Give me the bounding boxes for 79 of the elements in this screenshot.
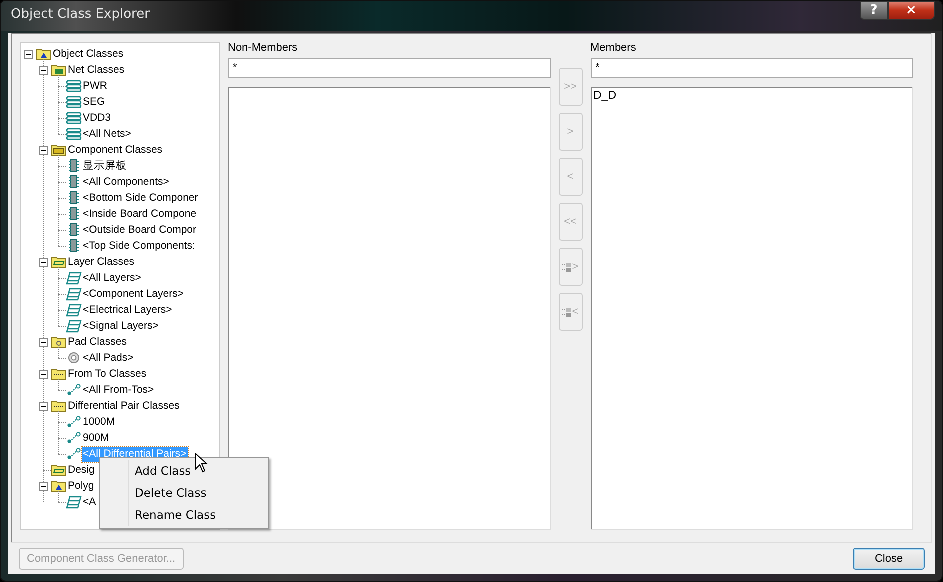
list-label: Members [590, 42, 638, 56]
tree-item[interactable]: Polyg [67, 478, 96, 494]
net-icon [66, 112, 82, 124]
tree-item[interactable]: 1000M [82, 414, 116, 430]
tree-item[interactable]: <A [82, 494, 98, 510]
tree-item[interactable]: 900M [82, 430, 110, 446]
folder-icon [51, 399, 67, 413]
folder-icon [36, 47, 52, 61]
tree-item[interactable]: <Component Layers> [82, 286, 185, 302]
mouse-pointer-icon [195, 453, 208, 473]
tree-item[interactable]: <Outside Board Compor [82, 222, 198, 238]
list-icon [562, 308, 572, 316]
collapse-toggle[interactable] [39, 402, 48, 410]
folder-icon [51, 335, 67, 349]
net-icon [66, 96, 82, 108]
tree-item[interactable]: <All From-Tos> [82, 382, 156, 398]
folder-icon [51, 255, 67, 269]
folder-icon [51, 63, 67, 77]
tree-item[interactable]: Layer Classes [67, 254, 136, 270]
filter-field[interactable]: * [590, 58, 913, 78]
folder-icon [51, 463, 67, 477]
tree-item[interactable]: Component Classes [67, 142, 164, 158]
net-icon [66, 128, 82, 140]
help-button[interactable]: ? [860, 1, 888, 20]
collapse-toggle[interactable] [24, 50, 33, 58]
folder-icon [51, 479, 67, 493]
tree-item[interactable]: Object Classes [52, 46, 125, 62]
pad-icon [68, 352, 80, 364]
connection-icon [67, 432, 81, 444]
tree-item[interactable]: SEG [82, 94, 106, 110]
menu-item[interactable]: Delete Class [128, 482, 266, 504]
tree-item[interactable]: <Electrical Layers> [82, 302, 174, 318]
filter-field[interactable]: * [228, 58, 550, 78]
tree-item[interactable]: <All Layers> [82, 270, 142, 286]
collapse-toggle[interactable] [39, 66, 48, 74]
layer-icon [66, 288, 82, 300]
tree-item[interactable]: <Bottom Side Componer [82, 190, 200, 206]
tree-item[interactable]: Desig [67, 462, 96, 478]
connection-icon [67, 448, 81, 460]
layer-icon [66, 304, 82, 316]
list-item[interactable]: D_D [594, 90, 910, 102]
tree-item[interactable]: <All Pads> [82, 350, 135, 366]
chip-icon [68, 175, 80, 189]
tree-item[interactable]: Pad Classes [67, 334, 128, 350]
chip-icon [68, 239, 80, 253]
layer-icon [66, 272, 82, 284]
chip-icon [68, 223, 80, 237]
tree-item[interactable]: Net Classes [67, 62, 126, 78]
tree-item[interactable]: PWR [82, 78, 108, 94]
close-button[interactable]: × [888, 1, 935, 20]
list-label: Non-Members [228, 42, 299, 56]
tree-item[interactable]: From To Classes [67, 366, 148, 382]
collapse-toggle[interactable] [39, 370, 48, 378]
layer-icon [66, 496, 82, 508]
chip-icon [68, 191, 80, 205]
tree-item[interactable]: 显示屏板 [82, 158, 128, 174]
tree-item[interactable]: <All Nets> [82, 126, 132, 142]
collapse-toggle[interactable] [39, 258, 48, 266]
menu-item[interactable]: Rename Class [128, 504, 266, 526]
chip-icon [68, 159, 80, 173]
connection-icon [67, 384, 81, 396]
folder-icon [51, 143, 67, 157]
folder-icon [51, 367, 67, 381]
tree-item[interactable]: <All Components> [82, 174, 170, 190]
tree-item[interactable]: Differential Pair Classes [67, 398, 181, 414]
chip-icon [68, 207, 80, 221]
connection-icon [67, 416, 81, 428]
tree-item[interactable]: <Signal Layers> [82, 318, 160, 334]
layer-icon [66, 320, 82, 332]
tree-item[interactable]: VDD3 [82, 110, 112, 126]
window-title: Object Class Explorer [11, 7, 150, 22]
net-icon [66, 80, 82, 92]
collapse-toggle[interactable] [39, 482, 48, 490]
collapse-toggle[interactable] [39, 338, 48, 346]
close-button[interactable]: Close [853, 548, 925, 570]
tree-item[interactable]: <Inside Board Compone [82, 206, 198, 222]
tree-item[interactable]: <Top Side Components: [82, 238, 196, 254]
collapse-toggle[interactable] [39, 146, 48, 154]
list-icon [562, 262, 572, 272]
